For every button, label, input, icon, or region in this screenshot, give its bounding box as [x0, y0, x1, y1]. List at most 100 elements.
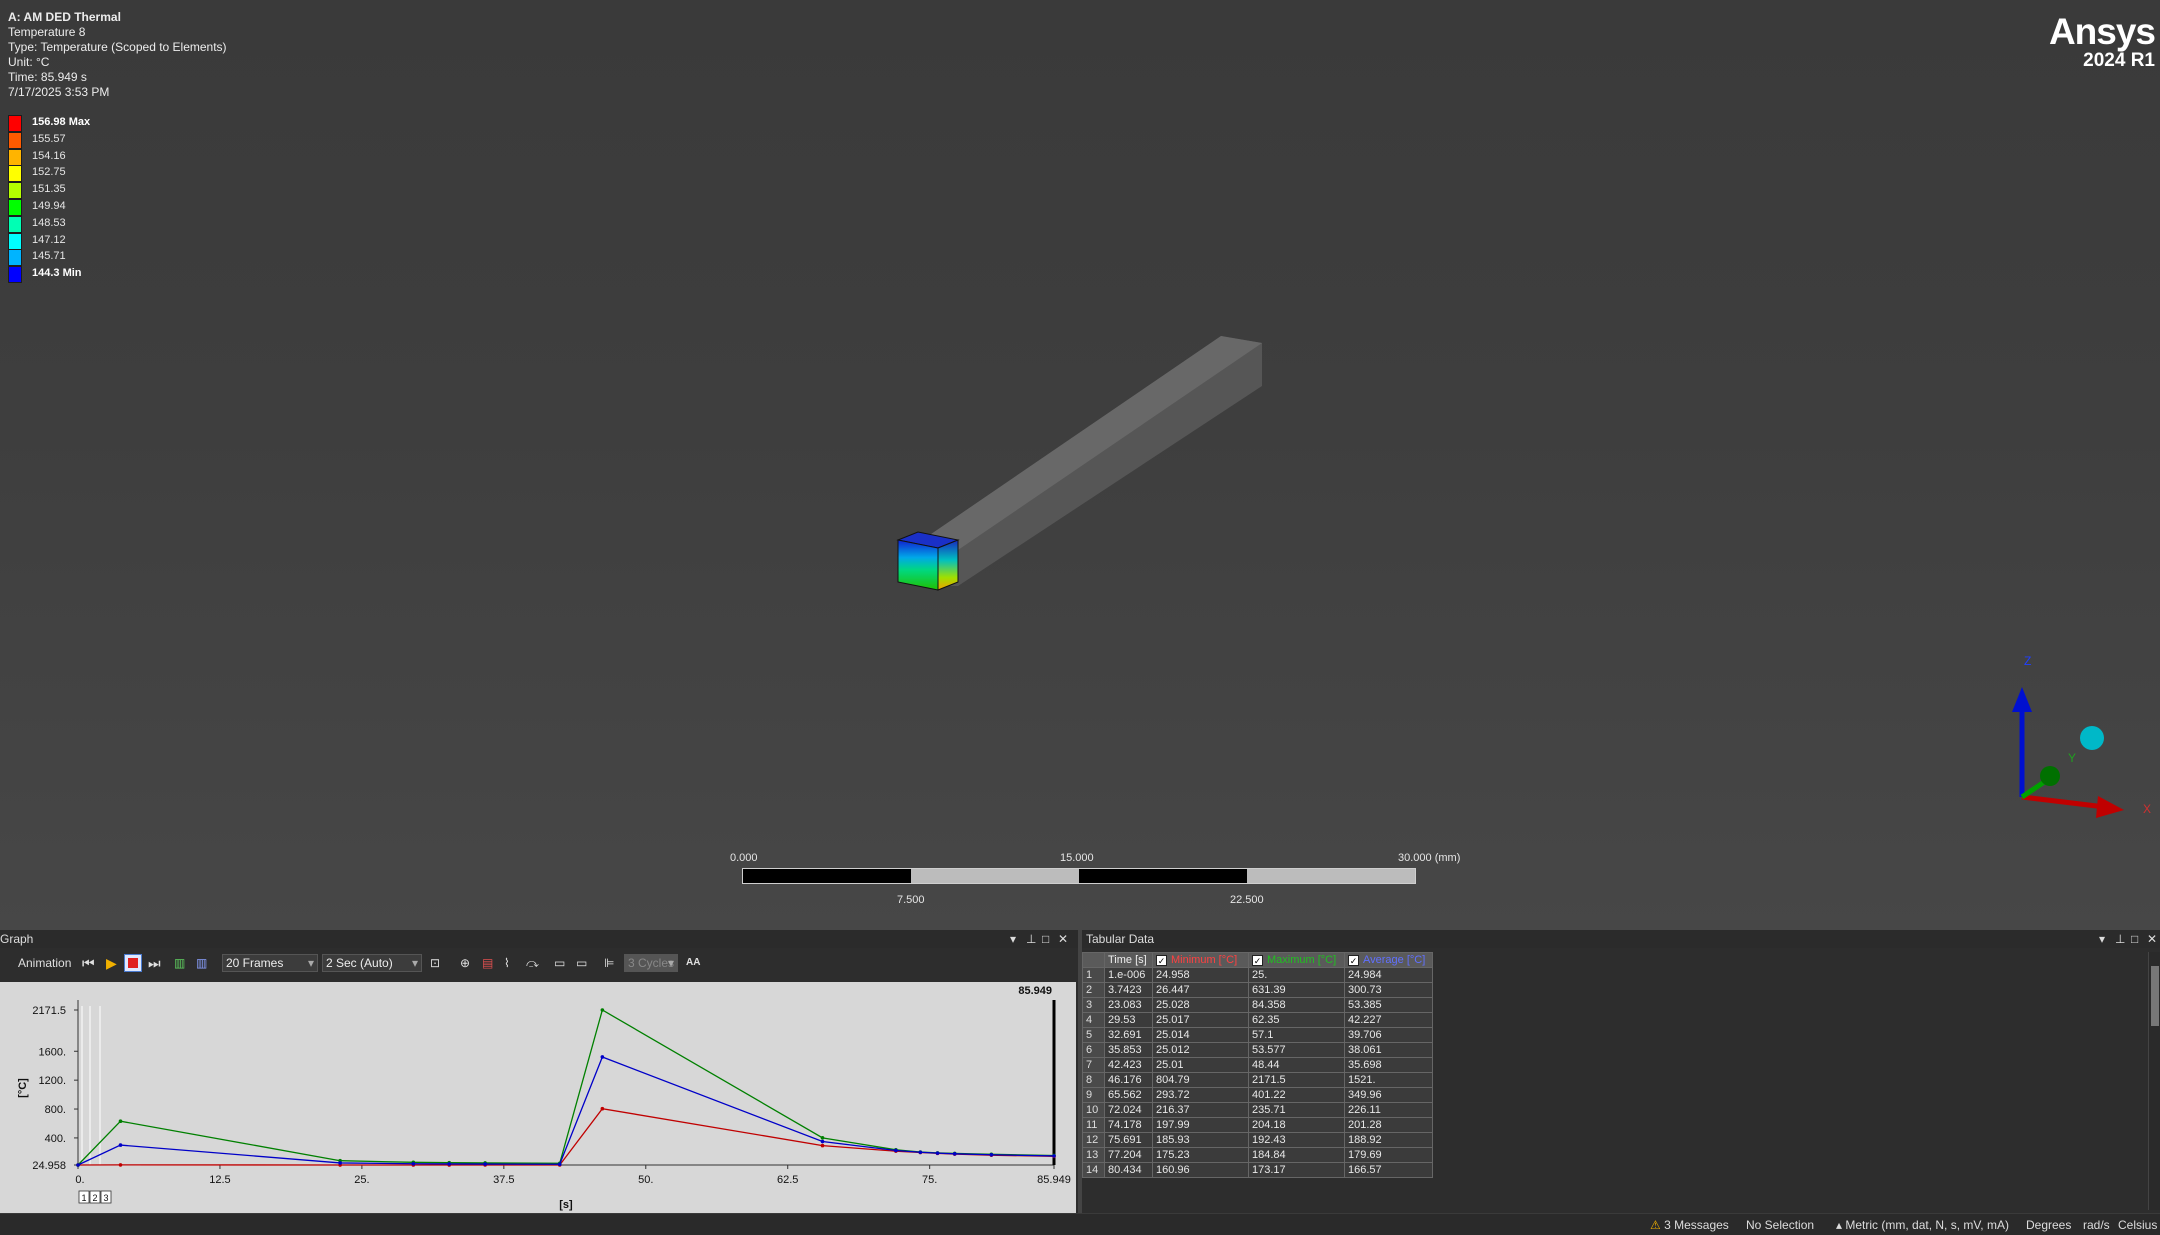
row-header-corner	[1082, 952, 1105, 968]
anti-alias-button[interactable]: AA	[686, 954, 700, 972]
export-icon[interactable]: ⤼	[526, 954, 539, 972]
pin-icon[interactable]: ⊥	[2115, 930, 2125, 948]
column-header-average[interactable]: ✓ Average [°C]	[1344, 952, 1433, 968]
graph-panel-title: Graph	[0, 932, 34, 946]
cycles-input[interactable]: 3 Cycles	[624, 954, 678, 972]
table-row[interactable]: 6 35.853 25.012 53.577 38.061	[1082, 1042, 1433, 1058]
series-point-2	[935, 1151, 940, 1155]
column-header-minimum[interactable]: ✓ Minimum [°C]	[1152, 952, 1249, 968]
maximize-icon[interactable]: □	[1042, 930, 1049, 948]
distributed-frames-icon[interactable]: ▥	[174, 954, 185, 972]
table-cell: 235.71	[1248, 1102, 1345, 1118]
close-icon[interactable]: ✕	[1058, 930, 1068, 948]
table-row[interactable]: 4 29.53 25.017 62.35 42.227	[1082, 1012, 1433, 1028]
scale-label-0: 0.000	[730, 852, 758, 864]
row-number: 4	[1082, 1012, 1105, 1028]
series-point-2	[338, 1161, 342, 1165]
average-checkbox[interactable]: ✓	[1348, 955, 1359, 966]
angle-unit[interactable]: Degrees	[2026, 1214, 2071, 1235]
series-point-2	[989, 1152, 994, 1157]
maximum-checkbox[interactable]: ✓	[1252, 955, 1263, 966]
panel-menu-icon[interactable]: ▾	[2099, 930, 2105, 948]
row-number: 5	[1082, 1027, 1105, 1043]
table-row[interactable]: 2 3.7423 26.447 631.39 300.73	[1082, 982, 1433, 998]
table-cell: 25.014	[1152, 1027, 1249, 1043]
column-header-maximum[interactable]: ✓ Maximum [°C]	[1248, 952, 1345, 968]
y-tick-label: 2171.5	[32, 1005, 66, 1017]
status-bar: ⚠ 3 Messages No Selection ▴ Metric (mm, …	[0, 1213, 2160, 1235]
table-row[interactable]: 12 75.691 185.93 192.43 188.92	[1082, 1132, 1433, 1148]
table-row[interactable]: 13 77.204 175.23 184.84 179.69	[1082, 1147, 1433, 1163]
frames-dropdown[interactable]: 20 Frames	[222, 954, 318, 972]
table-row[interactable]: 10 72.024 216.37 235.71 226.11	[1082, 1102, 1433, 1118]
previous-frame-icon[interactable]: ⏮	[82, 954, 95, 972]
messages-status[interactable]: ⚠ 3 Messages	[1650, 1214, 1729, 1235]
model-geometry[interactable]: Z X Y	[0, 0, 2160, 930]
graph-panel: Graph ▾ ⊥ □ ✕ Animation ⏮ ▶ ⏭ ▥ ▥ 20 Fra…	[0, 930, 1078, 1213]
table-cell: 57.1	[1248, 1027, 1345, 1043]
series-point-1	[118, 1119, 123, 1124]
series-point-0	[600, 1106, 605, 1111]
video-export-icon[interactable]: ▭	[554, 954, 565, 972]
table-cell: 39.706	[1344, 1027, 1433, 1043]
table-cell: 74.178	[1104, 1117, 1153, 1133]
scale-label-30: 30.000 (mm)	[1398, 852, 1461, 864]
maximize-icon[interactable]: □	[2131, 930, 2138, 948]
table-cell: 631.39	[1248, 982, 1345, 998]
result-sets-icon[interactable]: ▥	[196, 954, 207, 972]
series-point-1	[820, 1136, 825, 1140]
panel-menu-icon[interactable]: ▾	[1010, 930, 1016, 948]
series-point-2	[820, 1139, 825, 1144]
series-point-2	[118, 1143, 123, 1147]
table-row[interactable]: 7 42.423 25.01 48.44 35.698	[1082, 1057, 1433, 1073]
zoom-fit-icon[interactable]: ⊡	[430, 954, 440, 972]
minimum-checkbox[interactable]: ✓	[1156, 955, 1167, 966]
tabular-data-table[interactable]: Time [s] ✓ Minimum [°C] ✓ Maximum [°C] ✓ Av…	[1082, 952, 1433, 1178]
temperature-unit[interactable]: Celsius	[2118, 1214, 2157, 1235]
graphics-viewport[interactable]: A: AM DED Thermal Temperature 8 Type: Te…	[0, 0, 2160, 930]
column-header-time[interactable]: Time [s]	[1104, 952, 1153, 968]
table-cell: 75.691	[1104, 1132, 1153, 1148]
axis-triad[interactable]: Z X Y	[2012, 654, 2151, 818]
series-line-2	[77, 1056, 1055, 1166]
image-export-icon[interactable]: ▭	[576, 954, 587, 972]
table-row[interactable]: 14 80.434 160.96 173.17 166.57	[1082, 1162, 1433, 1178]
table-cell: 46.176	[1104, 1072, 1153, 1088]
zoom-icon[interactable]: ⊕	[460, 954, 470, 972]
table-cell: 25.01	[1152, 1057, 1249, 1073]
y-tick-label: 800.	[45, 1104, 66, 1116]
probe-icon[interactable]: ⌇	[504, 954, 510, 972]
play-icon[interactable]: ▶	[106, 954, 117, 972]
table-cell: 32.691	[1104, 1027, 1153, 1043]
table-row[interactable]: 1 1.e-006 24.958 25. 24.984	[1082, 967, 1433, 983]
table-row[interactable]: 9 65.562 293.72 401.22 349.96	[1082, 1087, 1433, 1103]
table-cell: 25.028	[1152, 997, 1249, 1013]
table-row[interactable]: 5 32.691 25.014 57.1 39.706	[1082, 1027, 1433, 1043]
next-frame-icon[interactable]: ⏭	[148, 954, 161, 972]
table-row[interactable]: 3 23.083 25.028 84.358 53.385	[1082, 997, 1433, 1013]
table-row[interactable]: 11 74.178 197.99 204.18 201.28	[1082, 1117, 1433, 1133]
table-cell: 65.562	[1104, 1087, 1153, 1103]
table-row[interactable]: 8 46.176 804.79 2171.5 1521.	[1082, 1072, 1433, 1088]
y-tick-label: 1600.	[38, 1046, 66, 1058]
table-cell: 804.79	[1152, 1072, 1249, 1088]
x-tick-label: 0.	[75, 1174, 84, 1186]
pin-icon[interactable]: ⊥	[1026, 930, 1036, 948]
range-icon[interactable]: ⊫	[604, 954, 614, 972]
contour-icon[interactable]: ▤	[482, 954, 493, 972]
table-cell: 201.28	[1344, 1117, 1433, 1133]
unit-system-status[interactable]: ▴ Metric (mm, dat, N, s, mV, mA)	[1836, 1214, 2009, 1235]
scale-bar	[742, 868, 1416, 884]
close-icon[interactable]: ✕	[2147, 930, 2157, 948]
duration-dropdown[interactable]: 2 Sec (Auto)	[322, 954, 422, 972]
rate-unit[interactable]: rad/s	[2083, 1214, 2110, 1235]
tabular-panel-header: Tabular Data ▾ ⊥ □ ✕	[1082, 930, 2160, 948]
chart-canvas[interactable]: 85.94924.958400.800.1200.1600.2171.50. 12…	[0, 982, 1076, 1213]
table-scrollbar[interactable]	[2148, 952, 2160, 1210]
time-history-chart[interactable]: 85.949 24.958 400. 800. 1200. 1600. 2171.5 0. 12…	[0, 982, 1076, 1213]
table-cell: 84.358	[1248, 997, 1345, 1013]
table-cell: 29.53	[1104, 1012, 1153, 1028]
stop-button[interactable]	[124, 954, 142, 972]
table-cell: 25.017	[1152, 1012, 1249, 1028]
table-cell: 25.	[1248, 967, 1345, 983]
